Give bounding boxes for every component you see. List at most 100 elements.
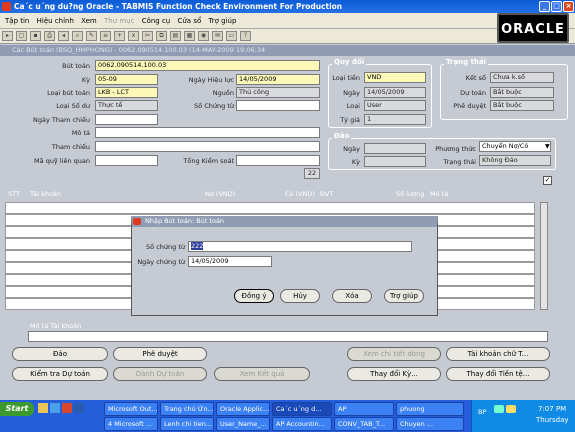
clear-button[interactable]: Xóa [332, 289, 372, 303]
ok-button[interactable]: Đồng ý [234, 289, 274, 303]
network-icon[interactable] [494, 405, 504, 413]
menu-window[interactable]: Cửa sổ [177, 17, 201, 25]
taskbar-item[interactable]: AP Accountin... [272, 417, 332, 431]
ie-icon[interactable] [50, 403, 60, 413]
phe-duyet-button[interactable]: Phê duyệt [113, 347, 207, 361]
dao-trang-thai-field: Không Đảo [479, 155, 551, 166]
maximize-button[interactable]: □ [551, 1, 562, 12]
tham-chieu-field[interactable] [95, 141, 320, 152]
tong-kiem-soat-field[interactable] [236, 155, 320, 166]
help-icon[interactable]: ? [240, 31, 251, 41]
chevron-down-icon[interactable]: ▼ [545, 143, 550, 150]
attach-icon[interactable]: ✉ [212, 31, 223, 41]
minimize-button[interactable]: _ [539, 1, 550, 12]
paste-icon[interactable]: ▤ [170, 31, 181, 41]
taskbar-item[interactable]: Chuyen ... [396, 417, 464, 431]
menu-tools[interactable]: Công cụ [142, 17, 171, 25]
delete-record-icon[interactable]: x [128, 31, 139, 41]
new-record-icon[interactable]: + [114, 31, 125, 41]
loai-field: User [364, 100, 426, 111]
taskbar-item[interactable]: Ca´c u´ng d... [272, 402, 332, 416]
taskbar-item[interactable]: AP [334, 402, 394, 416]
menu-bar: Tập tin Hiệu chỉnh Xem Thư mục Công cụ C… [0, 13, 575, 29]
mo-ta-tai-khoan-field [28, 331, 548, 342]
dialog-ngay-field[interactable]: 14/05/2009 [188, 256, 272, 267]
save-icon[interactable]: ▪ [30, 31, 41, 41]
dialog-title: Nhập Bút toán: Bút toán [145, 217, 225, 225]
dialog-ngay-label: Ngày chứng từ [137, 258, 185, 266]
tai-khoan-chu-t-button[interactable]: Tài khoản chữ T... [446, 347, 550, 361]
ngay-tham-chieu-field[interactable] [95, 114, 158, 125]
taskbar-item[interactable]: Lenh chi tien... [160, 417, 214, 431]
checkbox[interactable]: ✓ [543, 176, 552, 185]
outlook-icon[interactable] [62, 403, 72, 413]
desktop-icon[interactable] [38, 403, 48, 413]
taskbar-item[interactable]: User_Name_... [216, 417, 270, 431]
loai-label: Loại [346, 102, 360, 110]
nav-icon[interactable]: ◂ [58, 31, 69, 41]
dao-trang-thai-label: Trạng thái [443, 158, 476, 166]
phuong-thuc-select[interactable]: Chuyển Nợ/Có [479, 141, 551, 152]
translation-icon[interactable]: ≡ [100, 31, 111, 41]
dao-button[interactable]: Đảo [12, 347, 108, 361]
du-toan-field: Bắt buộc [490, 87, 554, 98]
find-icon[interactable]: ◉ [198, 31, 209, 41]
taskbar-item[interactable]: CONV_TAB_T... [334, 417, 394, 431]
du-toan-label: Dự toán [460, 89, 486, 97]
menu-folder[interactable]: Thư mục [104, 17, 134, 25]
thay-doi-tien-te-button[interactable]: Thay đổi Tiền tệ... [446, 367, 550, 381]
toolbar: ▸ ▢ ▪ ⎙ ◂ ⌕ ✎ ≡ + x ✂ ⧉ ▤ ▦ ◉ ✉ ▭? [0, 29, 575, 44]
menu-view[interactable]: Xem [81, 17, 97, 25]
folder-icon[interactable]: ▭ [226, 31, 237, 41]
oracle-logo: ORACLE [497, 13, 569, 43]
ma-quy-field[interactable] [95, 155, 158, 166]
open-icon[interactable]: ▢ [16, 31, 27, 41]
phe-duyet-field: Bắt buộc [490, 100, 554, 111]
zoom-icon[interactable]: ⌕ [72, 31, 83, 41]
cut-icon[interactable]: ✂ [142, 31, 153, 41]
cancel-button[interactable]: Hủy [280, 289, 320, 303]
taskbar-item[interactable]: phuong [396, 402, 464, 416]
loai-but-toan-field[interactable]: LKB - LCT [95, 87, 158, 98]
kiem-tra-du-toan-button[interactable]: Kiểm tra Dự toán [12, 367, 108, 381]
menu-file[interactable]: Tập tin [5, 17, 29, 25]
language-indicator[interactable]: BP [478, 408, 486, 416]
clear-icon[interactable]: ▦ [184, 31, 195, 41]
new-icon[interactable]: ▸ [2, 31, 13, 41]
xem-ket-qua-button[interactable]: Xem Kết quả [214, 367, 310, 381]
dao-ky-field [364, 156, 426, 167]
taskbar-item[interactable]: 4 Microsoft ... [104, 417, 158, 431]
but-toan-field[interactable]: 0062.090514.100.03 [95, 60, 320, 71]
table-row[interactable] [5, 202, 535, 214]
danh-du-toan-button[interactable]: Dành Dự toán [113, 367, 207, 381]
flashlight-icon[interactable]: ✎ [86, 31, 97, 41]
so-chung-tu-field[interactable] [236, 100, 320, 111]
xem-chi-tiet-button[interactable]: Xem chi tiết dòng [347, 347, 441, 361]
start-button[interactable]: Start [0, 402, 34, 416]
nguon-label: Nguồn [212, 89, 234, 97]
volume-icon[interactable] [506, 405, 516, 413]
menu-edit[interactable]: Hiệu chỉnh [37, 17, 74, 25]
help-button[interactable]: Trợ giúp [384, 289, 424, 303]
thay-doi-ky-button[interactable]: Thay đổi Kỳ... [347, 367, 441, 381]
print-icon[interactable]: ⎙ [44, 31, 55, 41]
loai-tien-field[interactable]: VND [364, 72, 426, 83]
ngay-hieu-luc-field[interactable]: 14/05/2009 [236, 74, 320, 85]
clock-time[interactable]: 7:07 PM [538, 405, 566, 413]
close-button[interactable]: × [563, 1, 574, 12]
ky-field[interactable]: 05-09 [95, 74, 158, 85]
mo-ta-tai-khoan-label: Mô tả Tài khoản [30, 322, 82, 330]
ngay-qd-field: 14/05/2009 [364, 87, 426, 98]
col-no: Nợ (VND) [205, 190, 236, 198]
word-icon[interactable] [74, 403, 84, 413]
col-mo-ta: Mô tả [430, 190, 449, 198]
taskbar-item[interactable]: Oracle Applic... [216, 402, 270, 416]
vertical-scrollbar[interactable] [540, 202, 548, 310]
taskbar-item[interactable]: Microsoft Out... [104, 402, 158, 416]
dialog-so-chung-tu-field[interactable]: 222 [188, 241, 412, 252]
mo-ta-field[interactable] [95, 127, 320, 138]
dao-header: Đảo [332, 132, 352, 140]
taskbar-item[interactable]: Trang chủ Ứn... [160, 402, 214, 416]
copy-icon[interactable]: ⧉ [156, 31, 167, 41]
menu-help[interactable]: Trợ giúp [209, 17, 237, 25]
